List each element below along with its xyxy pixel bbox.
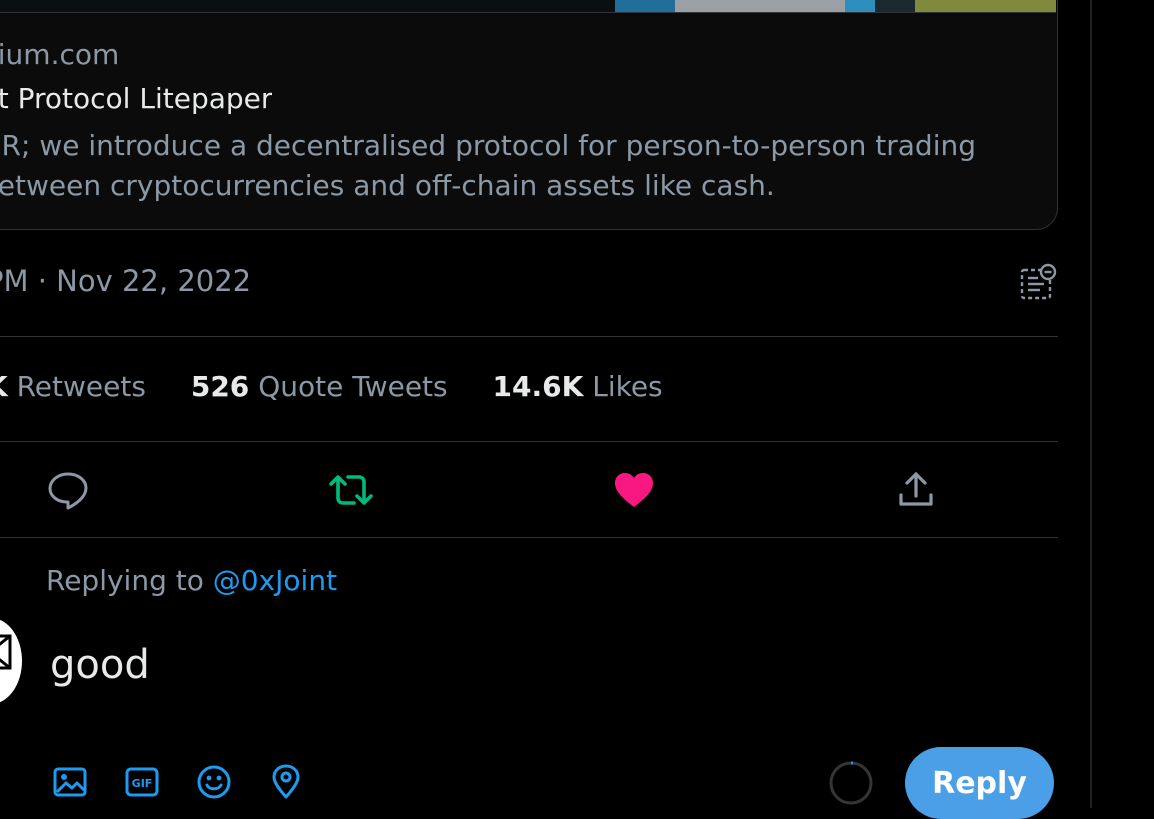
replying-handle-link[interactable]: @0xJoint (213, 564, 337, 597)
reply-button[interactable]: Reply (905, 747, 1054, 819)
divider (0, 441, 1058, 442)
media-icon[interactable] (52, 764, 88, 800)
tweet-timestamp[interactable]: PM · Nov 22, 2022 (0, 264, 251, 298)
emoji-icon[interactable] (196, 764, 232, 800)
replying-to: Replying to @0xJoint (46, 564, 337, 597)
location-icon[interactable] (268, 764, 304, 800)
replying-prefix: Replying to (46, 564, 213, 597)
likes-count: 14.6K (492, 370, 584, 403)
gif-icon[interactable]: GIF (124, 764, 160, 800)
card-description: DR; we introduce a decentralised protoco… (0, 129, 976, 202)
retweets-count: K (0, 370, 8, 403)
retweets-stat[interactable]: K Retweets (0, 370, 146, 403)
likes-stat[interactable]: 14.6K Likes (493, 370, 663, 403)
heart-icon[interactable] (612, 468, 656, 512)
gif-label: GIF (132, 777, 153, 790)
quotes-label: Quote Tweets (258, 370, 448, 403)
retweet-icon[interactable] (328, 468, 373, 512)
reply-text-input[interactable]: good (50, 642, 150, 688)
analytics-icon[interactable] (1018, 262, 1060, 304)
card-domain: dium.com (0, 38, 120, 71)
likes-label: Likes (592, 370, 663, 403)
quote-tweets-stat[interactable]: 526 Quote Tweets (191, 370, 448, 403)
character-count-ring (828, 760, 874, 806)
tweet-stats: K Retweets 526 Quote Tweets 14.6K Likes (0, 370, 699, 403)
reply-icon[interactable] (46, 468, 90, 512)
share-icon[interactable] (896, 468, 940, 512)
quotes-count: 526 (190, 370, 250, 403)
column-border (1090, 0, 1092, 808)
avatar[interactable] (0, 618, 22, 704)
card-title: nt Protocol Litepaper (0, 82, 273, 115)
divider (0, 336, 1058, 337)
divider (0, 537, 1058, 538)
retweets-label: Retweets (16, 370, 146, 403)
link-preview-image[interactable] (0, 0, 1056, 13)
